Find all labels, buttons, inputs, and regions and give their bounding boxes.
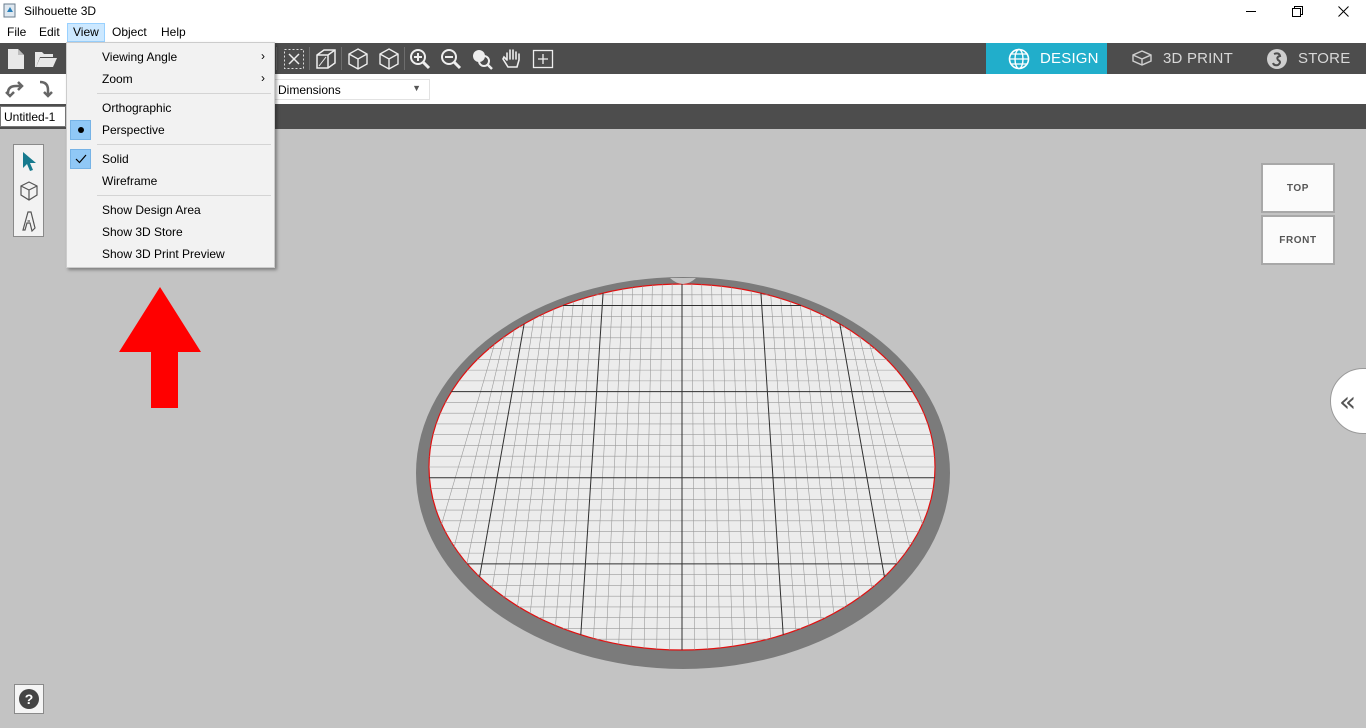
- app-logo-icon: [3, 3, 16, 18]
- menu-item-zoom[interactable]: Zoom ›: [68, 68, 273, 90]
- title-bar: Silhouette 3D: [0, 0, 1366, 22]
- zoom-fit-icon: [532, 49, 554, 69]
- view-cube-front[interactable]: FRONT: [1261, 215, 1335, 265]
- close-icon: [1337, 5, 1349, 17]
- menu-view[interactable]: View: [67, 23, 105, 42]
- zoom-out-button[interactable]: [438, 46, 464, 72]
- menu-item-solid[interactable]: Solid: [68, 148, 273, 170]
- tab-design-label: DESIGN: [1040, 50, 1099, 67]
- undo-icon[interactable]: [4, 78, 26, 100]
- dimensions-select-value: Dimensions: [278, 83, 341, 97]
- pan-button[interactable]: [499, 46, 525, 72]
- menu-object[interactable]: Object: [107, 23, 152, 42]
- wireframe-cube-icon: [379, 48, 399, 70]
- view-menu-dropdown: Viewing Angle › Zoom › Orthographic Pers…: [66, 42, 275, 268]
- minimize-button[interactable]: [1228, 0, 1274, 22]
- redo-icon[interactable]: [34, 78, 56, 100]
- text-tool-button[interactable]: [16, 207, 42, 235]
- tab-store-label: STORE: [1298, 50, 1351, 67]
- menu-file[interactable]: File: [2, 23, 31, 42]
- close-button[interactable]: [1320, 0, 1366, 22]
- menu-separator: [97, 195, 271, 196]
- submenu-arrow-icon: ›: [261, 49, 265, 63]
- zoom-selection-icon: [473, 50, 493, 70]
- double-chevron-left-icon: «: [1339, 385, 1357, 418]
- tab-design[interactable]: DESIGN: [986, 43, 1107, 74]
- view-cube: TOP FRONT: [1261, 163, 1335, 265]
- solid-view-button[interactable]: [345, 46, 371, 72]
- document-tab[interactable]: Untitled-1: [0, 106, 66, 127]
- zoom-fit-button[interactable]: [530, 46, 556, 72]
- menu-separator: [97, 93, 271, 94]
- solid-cube-icon: [348, 48, 368, 70]
- store-logo-icon: [1267, 48, 1287, 69]
- perspective-view-button[interactable]: [313, 46, 339, 72]
- view-cube-top[interactable]: TOP: [1261, 163, 1335, 213]
- checkmark-icon: [70, 149, 91, 169]
- build-plate: [416, 277, 950, 669]
- menu-item-orthographic[interactable]: Orthographic: [68, 97, 273, 119]
- select-arrow-icon: [23, 152, 36, 171]
- perspective-box-icon: [316, 49, 336, 69]
- tab-store[interactable]: STORE: [1239, 43, 1366, 74]
- dimensions-select[interactable]: Dimensions ▼: [272, 79, 430, 100]
- fit-to-area-icon: [284, 49, 304, 69]
- print-tray-icon: [1132, 49, 1152, 66]
- menu-item-perspective[interactable]: Perspective: [68, 119, 273, 141]
- submenu-arrow-icon: ›: [261, 71, 265, 85]
- tab-3d-print-label: 3D PRINT: [1163, 50, 1233, 67]
- chevron-down-icon: ▼: [412, 83, 421, 93]
- menu-edit[interactable]: Edit: [34, 23, 65, 42]
- select-tool-button[interactable]: [16, 147, 42, 175]
- open-file-button[interactable]: [33, 46, 59, 72]
- pan-hand-icon: [502, 49, 520, 68]
- menu-item-show-3d-print-preview[interactable]: Show 3D Print Preview: [68, 243, 273, 265]
- left-tool-palette: [13, 144, 44, 237]
- menu-bar: File Edit View Object Help: [0, 22, 1366, 43]
- zoom-in-icon: [410, 49, 431, 70]
- zoom-selection-button[interactable]: [469, 46, 495, 72]
- wireframe-view-button[interactable]: [376, 46, 402, 72]
- restore-icon: [1291, 5, 1303, 17]
- open-folder-icon: [35, 52, 57, 67]
- fit-to-area-button[interactable]: [281, 46, 307, 72]
- menu-item-viewing-angle[interactable]: Viewing Angle ›: [68, 46, 273, 68]
- menu-item-show-3d-store[interactable]: Show 3D Store: [68, 221, 273, 243]
- tab-3d-print[interactable]: 3D PRINT: [1107, 43, 1239, 74]
- silhouette-3d-window: Silhouette 3D File Edit View Object Help: [0, 0, 1366, 728]
- zoom-in-button[interactable]: [407, 46, 433, 72]
- text-tool-icon: [22, 211, 36, 232]
- menu-item-wireframe[interactable]: Wireframe: [68, 170, 273, 192]
- shape-tool-button[interactable]: [16, 177, 42, 205]
- restore-button[interactable]: [1274, 0, 1320, 22]
- cube-shape-icon: [20, 181, 38, 201]
- radio-bullet-icon: [70, 120, 91, 140]
- new-document-button[interactable]: [3, 46, 29, 72]
- zoom-out-icon: [441, 49, 462, 70]
- help-button[interactable]: ?: [14, 684, 44, 714]
- menu-separator: [97, 144, 271, 145]
- globe-icon: [1008, 48, 1030, 69]
- minimize-icon: [1246, 11, 1256, 12]
- menu-item-show-design-area[interactable]: Show Design Area: [68, 199, 273, 221]
- menu-help[interactable]: Help: [156, 23, 191, 42]
- window-title: Silhouette 3D: [24, 4, 97, 18]
- new-document-icon: [8, 49, 24, 69]
- help-icon: ?: [19, 689, 39, 709]
